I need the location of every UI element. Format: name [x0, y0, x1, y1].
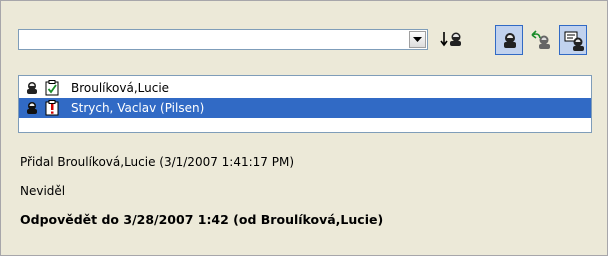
warning-exclamation-icon	[44, 100, 60, 119]
recipient-combo[interactable]	[18, 29, 428, 50]
person-icon	[24, 100, 40, 119]
sort-person-button[interactable]	[437, 25, 465, 55]
combo-dropdown-button[interactable]	[409, 31, 426, 48]
list-item-label: Broulíková,Lucie	[71, 81, 170, 95]
list-item[interactable]: Strych, Vaclav (Pilsen)	[19, 98, 591, 118]
list-item[interactable]: Broulíková,Lucie	[19, 78, 591, 98]
reply-person-button[interactable]	[527, 25, 555, 55]
person-icon	[504, 33, 516, 48]
person-icon	[24, 80, 40, 99]
list-item-label: Strych, Vaclav (Pilsen)	[71, 101, 205, 115]
reply-person-icon	[531, 30, 550, 49]
chevron-down-icon	[413, 37, 422, 42]
assignment-panel: Broulíková,Lucie Strych, Vaclav (Pilsen)…	[0, 0, 608, 256]
person-filter-button[interactable]	[495, 25, 523, 55]
reply-deadline-text: Odpovědět do 3/28/2007 1:42 (od Broulíko…	[20, 212, 384, 227]
sort-down-person-icon	[440, 32, 461, 47]
added-by-text: Přidal Broulíková,Lucie (3/1/2007 1:41:1…	[20, 155, 295, 169]
message-person-button[interactable]	[559, 25, 587, 55]
message-person-icon	[564, 31, 584, 51]
seen-status-text: Neviděl	[20, 184, 66, 198]
checkbox-checked-icon	[44, 80, 60, 99]
recipient-list[interactable]: Broulíková,Lucie Strych, Vaclav (Pilsen)	[18, 75, 592, 133]
